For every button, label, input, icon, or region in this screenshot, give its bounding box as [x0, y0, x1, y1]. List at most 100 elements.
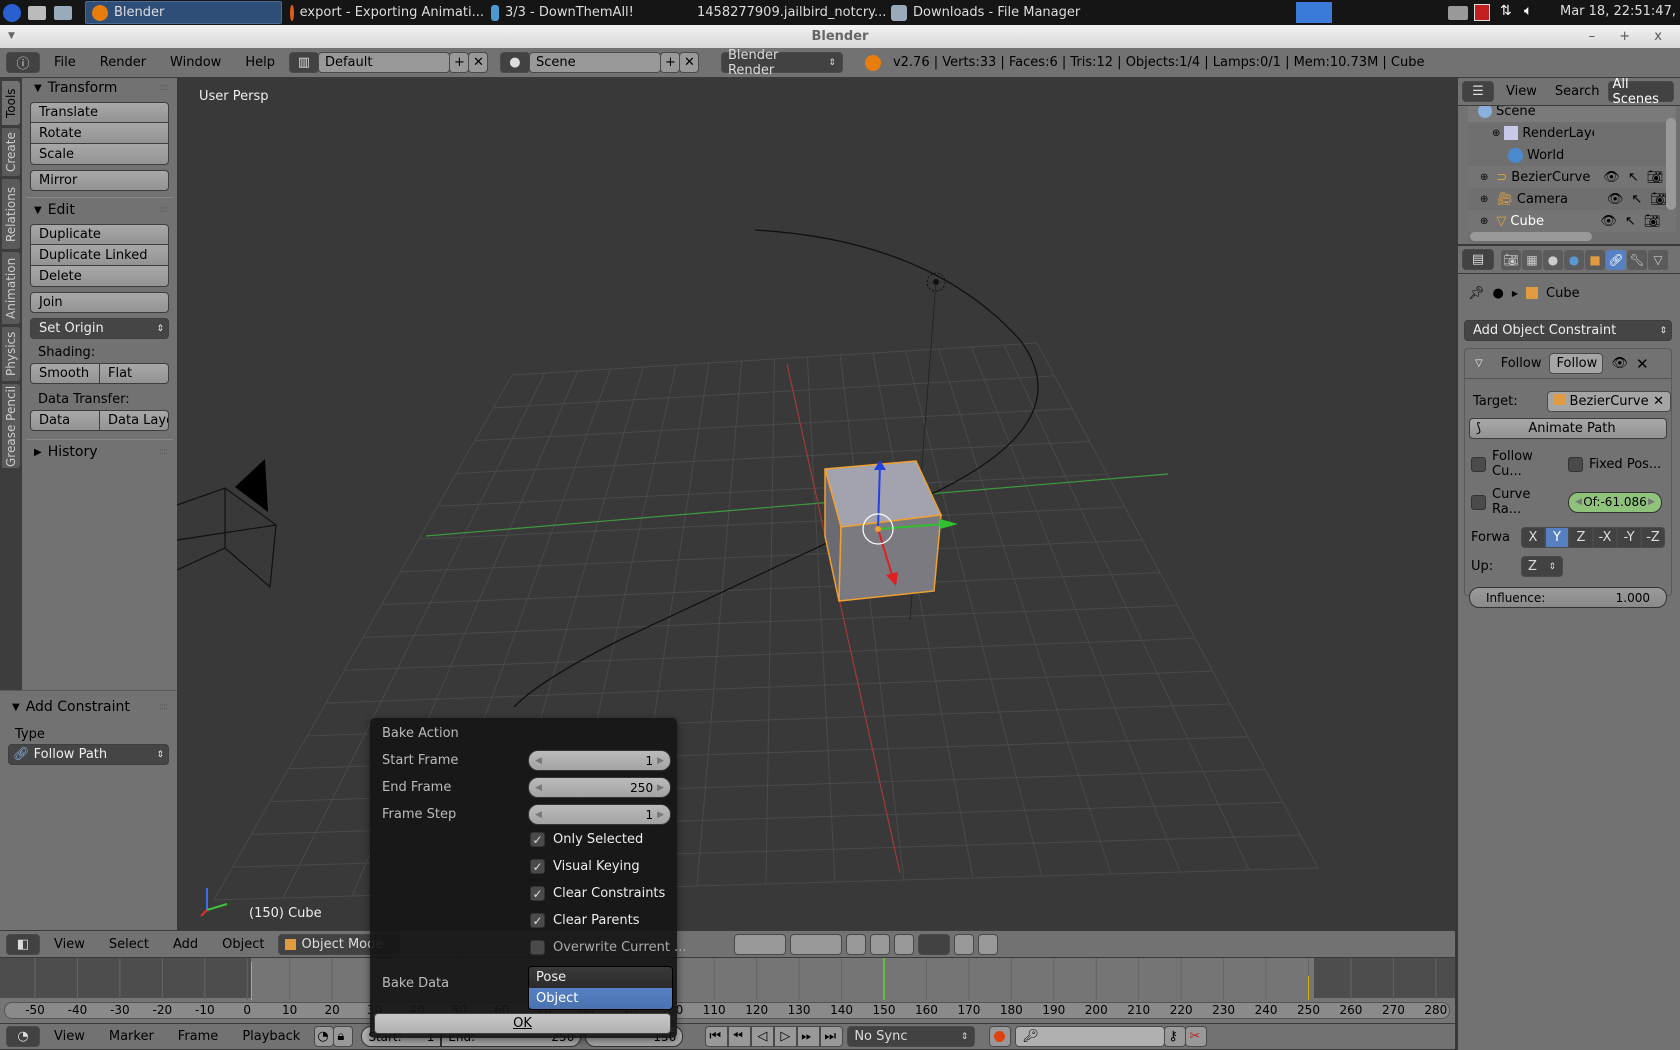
mirror-button[interactable]: Mirror	[30, 170, 169, 191]
drag-grip[interactable]: ::::	[159, 205, 168, 215]
bake-option-4[interactable]: Overwrite Current ...	[530, 940, 686, 955]
remove-scene-button[interactable]: ✕	[678, 52, 699, 73]
checkbox[interactable]: ✓	[530, 913, 545, 928]
render-animation-icon[interactable]	[978, 933, 999, 955]
tab-physics[interactable]: Physics	[2, 327, 20, 381]
menu-file[interactable]: File	[44, 55, 86, 70]
modifiers-tab-icon[interactable]: 🔧︎	[1627, 249, 1647, 270]
bake-option-0[interactable]: ✓ Only Selected	[530, 832, 643, 847]
constraint-name-field[interactable]: Follow P	[1549, 353, 1604, 374]
tab-animation[interactable]: Animation	[2, 252, 20, 324]
forward-axis-y-button[interactable]: Y	[1545, 527, 1569, 548]
layers-grid-2[interactable]	[790, 933, 843, 955]
scene-icon[interactable]: ●	[499, 52, 530, 73]
set-origin-dropdown[interactable]: Set Origin ⇕	[30, 318, 169, 339]
world-tab-icon[interactable]: ●	[1564, 249, 1584, 270]
smooth-button[interactable]: Smooth	[30, 363, 100, 384]
influence-slider[interactable]: Influence: 1.000	[1469, 587, 1667, 608]
ok-button[interactable]: OK	[374, 1013, 671, 1034]
add-scene-button[interactable]: +	[659, 52, 680, 73]
select-cursor-icon[interactable]: ↖	[1628, 170, 1639, 185]
menu-marker[interactable]: Marker	[99, 1029, 164, 1044]
tab-create[interactable]: Create	[2, 128, 20, 176]
home-folder-icon[interactable]	[28, 6, 46, 20]
select-cursor-icon[interactable]: ↖	[1631, 192, 1642, 207]
menu-view[interactable]: View	[44, 937, 95, 952]
forward-axis-z-button[interactable]: Z	[1569, 527, 1593, 548]
outliner-item-camera[interactable]: ⊕ 🎥︎ Camera 👁︎ ↖ 📷︎	[1468, 188, 1676, 210]
editor-type-info-icon[interactable]: ⓘ	[6, 52, 40, 73]
outliner-scrollbar-v[interactable]	[1666, 118, 1676, 210]
constraints-tab-icon[interactable]: 🔗︎	[1606, 249, 1626, 270]
drag-grip[interactable]: ::::	[159, 702, 168, 712]
checkbox[interactable]: ✓	[530, 859, 545, 874]
menu-object[interactable]: Object	[212, 937, 274, 952]
delete-button[interactable]: Delete	[30, 266, 169, 287]
sync-dropdown[interactable]: No Sync ⇕	[847, 1026, 976, 1047]
bake-data-option-object[interactable]: Object	[529, 988, 672, 1009]
jump-end-icon[interactable]: ⏭︎	[820, 1026, 844, 1047]
add-object-constraint-dropdown[interactable]: Add Object Constraint ⇕	[1464, 320, 1672, 341]
render-camera-icon[interactable]: 📷︎	[1650, 192, 1667, 207]
edit-panel-header[interactable]: ▼ Edit::::	[22, 198, 177, 222]
offset-field[interactable]: ◀ Of:-61.086 ▶	[1568, 491, 1662, 513]
next-keyframe-icon[interactable]: ⏩︎	[797, 1026, 821, 1047]
visibility-eye-icon[interactable]: 👁︎	[1607, 192, 1624, 207]
pin-icon[interactable]: 📌︎	[1468, 286, 1485, 301]
forward-axis-neg-z-button[interactable]: -Z	[1641, 527, 1665, 548]
display-mode-dropdown[interactable]: All Scenes	[1607, 77, 1674, 107]
bake-option-3[interactable]: ✓ Clear Parents	[530, 913, 640, 928]
menu-view[interactable]: View	[1496, 84, 1547, 99]
menu-add[interactable]: Add	[163, 937, 208, 952]
timeline[interactable]: -50-40-30-20-100102030405060708090100110…	[0, 958, 1455, 1023]
outliner-scrollbar-h[interactable]	[1470, 232, 1592, 241]
drag-grip[interactable]: ::::	[159, 447, 168, 457]
menu-view[interactable]: View	[44, 1029, 95, 1044]
task-downthemall[interactable]: 3/3 - DownThemAll!	[485, 1, 685, 24]
constraint-type-dropdown[interactable]: 🔗︎ Follow Path ⇕	[8, 744, 169, 765]
add-layout-button[interactable]: +	[448, 52, 469, 73]
menu-help[interactable]: Help	[235, 55, 285, 70]
scene-tab-icon[interactable]: ●	[1543, 249, 1563, 270]
layers-grid[interactable]	[734, 933, 787, 955]
bake-option-1[interactable]: ✓ Visual Keying	[530, 859, 640, 874]
folder-icon[interactable]	[54, 6, 72, 20]
viewport-scene[interactable]	[177, 78, 1455, 930]
lock-camera-icon[interactable]	[846, 933, 867, 955]
object-tab-icon[interactable]: ■	[1585, 249, 1605, 270]
snap-icon[interactable]	[894, 933, 915, 955]
render-layers-tab-icon[interactable]: ▦	[1522, 249, 1542, 270]
frame-step-field[interactable]: ◀ 1 ▶	[528, 804, 671, 825]
clear-target-icon[interactable]: ✕	[1653, 394, 1664, 409]
task-firefox[interactable]: export - Exporting Animati...	[284, 1, 484, 24]
outliner-item-renderlayers[interactable]: ⊕RenderLayers	[1468, 122, 1676, 144]
bake-option-2[interactable]: ✓ Clear Constraints	[530, 886, 665, 901]
keying-set-field[interactable]: 🔑︎	[1015, 1026, 1166, 1047]
render-icon[interactable]	[954, 933, 975, 955]
menu-frame[interactable]: Frame	[168, 1029, 229, 1044]
editor-type-properties-icon[interactable]: ▤	[1462, 249, 1494, 270]
curve-radius-checkbox[interactable]	[1471, 494, 1486, 510]
rotate-button[interactable]: Rotate	[30, 123, 169, 144]
proportional-icon[interactable]	[870, 933, 891, 955]
select-cursor-icon[interactable]: ↖	[1625, 214, 1636, 229]
follow-curve-checkbox[interactable]	[1471, 456, 1486, 472]
data-button[interactable]: Data	[30, 410, 100, 431]
fixed-position-checkbox[interactable]	[1568, 456, 1583, 472]
bezier-curve[interactable]	[513, 229, 1039, 708]
scale-button[interactable]: Scale	[30, 144, 169, 165]
editor-type-3dview-icon[interactable]: ◧	[6, 933, 40, 955]
menu-playback[interactable]: Playback	[232, 1029, 310, 1044]
checkbox[interactable]: ✓	[530, 886, 545, 901]
layout-icon[interactable]: ▥	[288, 52, 319, 73]
start-frame-field[interactable]: ◀ 1 ▶	[528, 750, 671, 771]
visibility-eye-icon[interactable]: 👁︎	[1611, 356, 1628, 371]
translate-button[interactable]: Translate	[30, 102, 169, 123]
menu-search[interactable]: Search	[1549, 84, 1606, 99]
delete-keyframe-icon[interactable]: ✂	[1185, 1026, 1208, 1047]
checkbox[interactable]: ✓	[530, 832, 545, 847]
task-blender[interactable]: Blender	[85, 1, 282, 24]
menu-render[interactable]: Render	[90, 55, 156, 70]
play-reverse-icon[interactable]: ◁	[751, 1026, 775, 1047]
render-camera-icon[interactable]: 📷︎	[1647, 170, 1664, 185]
